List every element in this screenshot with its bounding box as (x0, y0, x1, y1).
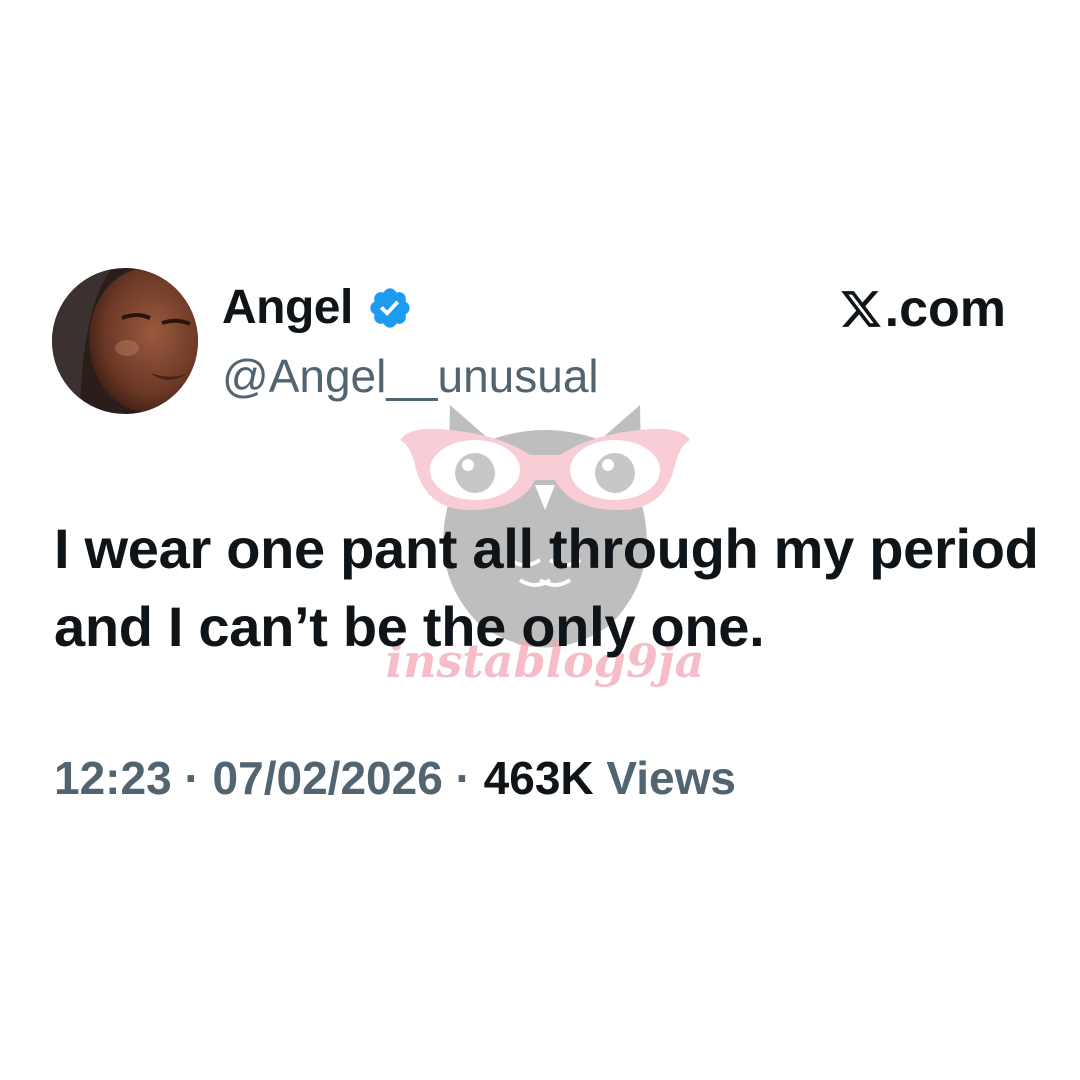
avatar[interactable] (52, 268, 198, 414)
meta-separator: · (442, 752, 484, 804)
views-count[interactable]: 463K (484, 752, 594, 804)
verified-badge-icon (370, 288, 410, 328)
tweet-meta: 12:23 · 07/02/2026 · 463K Views (54, 748, 736, 808)
views-label: Views (593, 752, 736, 804)
tweet-screenshot: instablog9ja Angel @Angel__unusual .com … (0, 0, 1080, 1080)
profile-photo-icon (52, 268, 198, 414)
tweet-text: I wear one pant all through my period an… (54, 517, 1039, 658)
x-brand: .com (839, 279, 1006, 339)
tweet-date[interactable]: 07/02/2026 (213, 752, 443, 804)
display-name[interactable]: Angel (222, 278, 353, 338)
meta-separator: · (171, 752, 213, 804)
display-name-row: Angel (222, 278, 413, 338)
brand-domain-text: .com (884, 280, 1006, 338)
user-handle[interactable]: @Angel__unusual (222, 346, 599, 406)
tweet-time[interactable]: 12:23 (54, 752, 172, 804)
x-logo-icon (840, 291, 881, 327)
